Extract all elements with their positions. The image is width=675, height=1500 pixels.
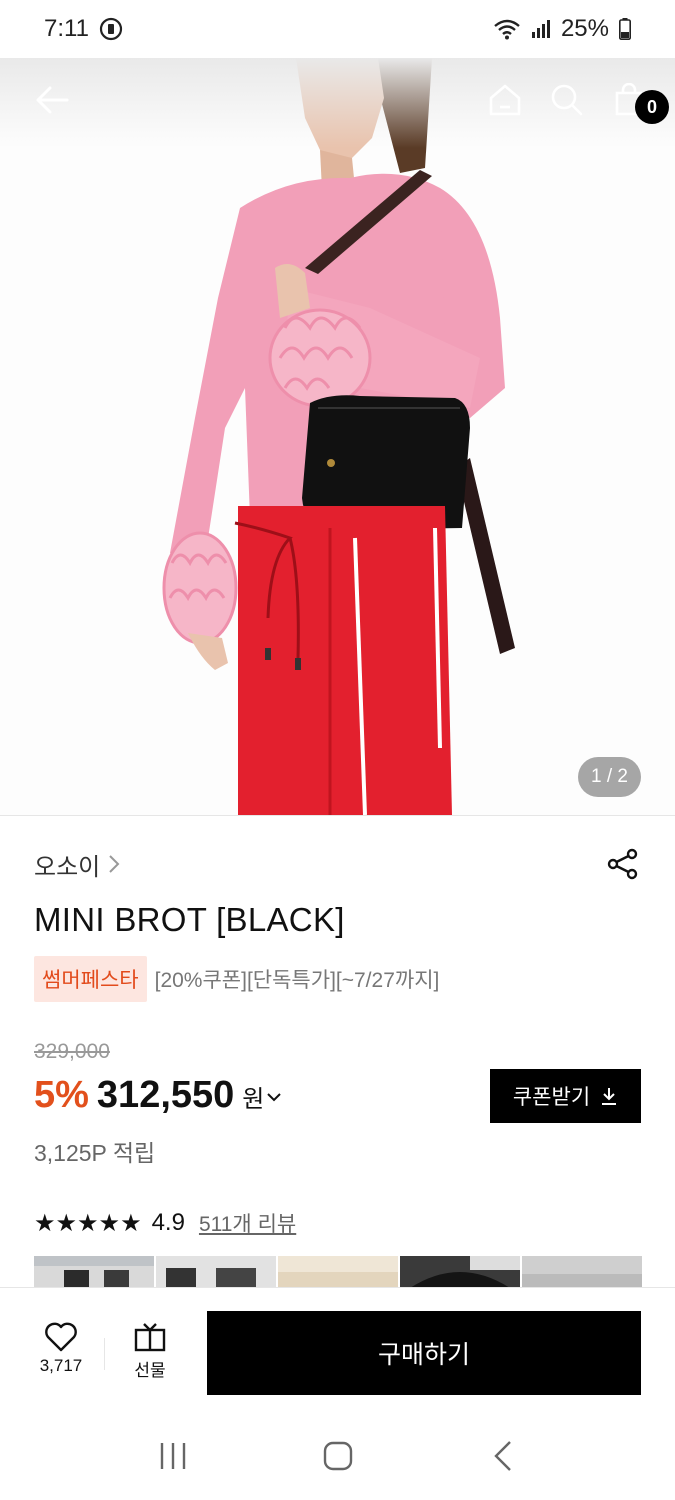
product-photo — [0, 58, 675, 815]
product-image-carousel[interactable]: 0 1 / 2 — [0, 58, 675, 815]
top-nav-actions: 0 — [487, 82, 669, 124]
back-arrow-icon — [36, 86, 69, 114]
status-bar: 7:11 25% — [0, 0, 675, 58]
sale-price: 312,550 — [96, 1074, 235, 1116]
product-title: MINI BROT [BLACK] — [34, 901, 345, 938]
coupon-download-button[interactable]: 쿠폰받기 — [490, 1069, 641, 1123]
system-navigation-bar — [0, 1412, 675, 1500]
gift-button[interactable]: 선물 — [124, 1322, 176, 1381]
brand-link[interactable]: 오소이 — [34, 847, 120, 882]
coupon-label: 쿠폰받기 — [512, 1086, 591, 1109]
review-count-link[interactable]: 511개 리뷰 — [199, 1208, 296, 1238]
status-right: 25% — [493, 15, 631, 43]
home-icon — [489, 84, 521, 116]
rating-stars: ★★★★★ — [34, 1209, 142, 1237]
back-button[interactable] — [34, 82, 70, 118]
cart-button[interactable]: 0 — [611, 82, 669, 124]
original-price: 329,000 — [34, 1040, 110, 1063]
top-nav: 0 — [0, 58, 675, 142]
price-detail-toggle[interactable]: 원 — [242, 1079, 282, 1114]
home-system-icon — [323, 1441, 352, 1471]
signal-icon — [531, 19, 551, 39]
review-photo-strip — [34, 1256, 642, 1288]
gift-label: 선물 — [134, 1361, 166, 1380]
divider — [104, 1338, 105, 1370]
review-thumbnail[interactable] — [522, 1256, 642, 1288]
chevron-right-icon — [109, 855, 120, 873]
back-system-icon — [493, 1441, 511, 1471]
wifi-icon — [493, 18, 521, 40]
cart-count-badge: 0 — [635, 90, 669, 124]
brand-name: 오소이 — [34, 853, 101, 881]
home-system-button[interactable] — [308, 1426, 368, 1486]
gift-icon — [134, 1323, 166, 1352]
status-time: 7:11 — [44, 15, 89, 42]
product-info: 오소이 MINI BROT [BLACK] 썸머페스타 [20%쿠폰][단독특가… — [0, 815, 675, 1288]
discount-rate: 5% — [34, 1074, 89, 1116]
buy-button[interactable]: 구매하기 — [207, 1311, 641, 1395]
heart-icon — [45, 1322, 77, 1352]
review-thumbnail[interactable] — [156, 1256, 276, 1288]
rating-row: ★★★★★ 4.9 511개 리뷰 — [34, 1208, 296, 1238]
search-button[interactable] — [549, 82, 585, 118]
chevron-down-icon — [267, 1092, 282, 1101]
home-button[interactable] — [487, 82, 523, 118]
price-row: 5% 312,550 원 — [34, 1074, 282, 1117]
like-button[interactable]: 3,717 — [34, 1322, 88, 1376]
currency-label: 원 — [242, 1086, 265, 1113]
status-left: 7:11 — [44, 15, 123, 43]
share-icon — [607, 848, 638, 880]
battery-percent: 25% — [560, 15, 609, 42]
brand-row: 오소이 — [34, 846, 641, 882]
review-thumbnail[interactable] — [34, 1256, 154, 1288]
recent-apps-icon — [160, 1443, 185, 1469]
bottom-action-bar: 3,717 선물 구매하기 — [0, 1287, 675, 1412]
review-thumbnail[interactable] — [278, 1256, 398, 1288]
download-icon — [602, 1088, 617, 1105]
review-thumbnail[interactable] — [400, 1256, 520, 1288]
promo-text: [20%쿠폰][단독특가][~7/27까지] — [154, 969, 440, 992]
rating-value: 4.9 — [151, 1209, 185, 1236]
search-icon — [551, 84, 583, 116]
image-page-indicator: 1 / 2 — [578, 757, 641, 797]
promo-row: 썸머페스타 [20%쿠폰][단독특가][~7/27까지] — [34, 956, 439, 1002]
data-saver-icon — [99, 17, 123, 41]
back-system-button[interactable] — [473, 1426, 533, 1486]
share-button[interactable] — [605, 846, 641, 882]
recent-apps-button[interactable] — [143, 1426, 203, 1486]
promo-tag: 썸머페스타 — [34, 956, 147, 1002]
like-count: 3,717 — [39, 1356, 83, 1375]
reward-points: 3,125P 적립 — [34, 1140, 156, 1166]
battery-icon — [619, 18, 631, 40]
